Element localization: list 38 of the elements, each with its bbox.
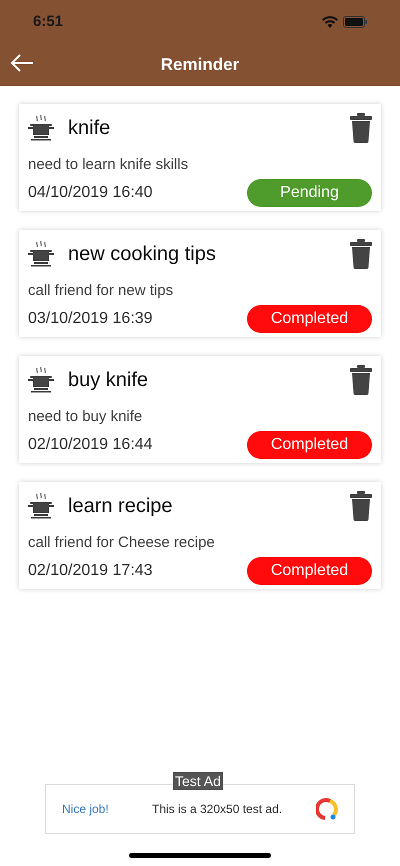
reminder-title: learn recipe: [68, 494, 174, 519]
cooking-pot-icon: [28, 114, 54, 142]
reminder-description: need to buy knife: [28, 407, 144, 427]
reminder-description: call friend for Cheese recipe: [28, 533, 216, 553]
wifi-icon: [322, 16, 338, 28]
reminder-card[interactable]: new cooking tips call friend for new tips 03/10/2019 16:39 Completed: [19, 230, 381, 337]
reminder-datetime: 02/10/2019 16:44: [28, 434, 153, 454]
reminder-title: new cooking tips: [68, 242, 217, 267]
status-badge: Pending: [247, 178, 372, 206]
reminder-datetime: 03/10/2019 16:39: [28, 308, 153, 328]
trash-icon[interactable]: [350, 113, 372, 143]
reminder-description: need to learn knife skills: [28, 155, 190, 175]
reminder-datetime: 04/10/2019 16:40: [28, 182, 153, 202]
status-badge: Completed: [247, 430, 372, 458]
reminder-card[interactable]: learn recipe call friend for Cheese recipe 02/10/2019 17:43 Completed: [19, 482, 381, 589]
reminder-title: buy knife: [68, 368, 150, 393]
test-ad-label: Test Ad: [173, 772, 223, 790]
back-button[interactable]: [10, 53, 34, 73]
trash-icon[interactable]: [350, 239, 372, 269]
reminder-card[interactable]: buy knife need to buy knife 02/10/2019 16:44 Completed: [19, 356, 381, 463]
trash-icon[interactable]: [350, 365, 372, 395]
ad-headline: Nice job!: [62, 801, 110, 818]
reminder-title: knife: [68, 116, 112, 141]
reminder-datetime: 02/10/2019 17:43: [28, 560, 153, 580]
cooking-pot-icon: [28, 492, 54, 520]
back-arrow-icon: [10, 53, 34, 73]
status-badge: Completed: [247, 304, 372, 332]
status-time: 6:51: [33, 12, 64, 32]
ad-text: This is a 320x50 test ad.: [152, 801, 284, 818]
battery-icon: [343, 16, 367, 28]
status-badge: Completed: [247, 556, 372, 584]
cooking-pot-icon: [28, 366, 54, 394]
cooking-pot-icon: [28, 240, 54, 268]
ad-logo-icon: [316, 797, 338, 821]
screen-title: Reminder: [160, 54, 240, 76]
reminder-card[interactable]: knife need to learn knife skills 04/10/2019 16:40 Pending: [19, 104, 381, 211]
reminder-description: call friend for new tips: [28, 281, 174, 301]
trash-icon[interactable]: [350, 491, 372, 521]
